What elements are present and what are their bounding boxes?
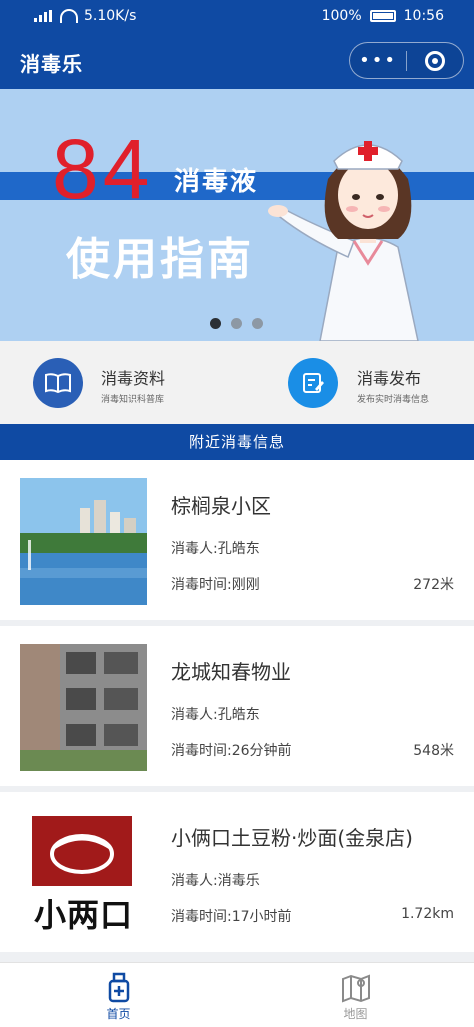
- list-item[interactable]: 龙城知春物业 消毒人:孔皓东 消毒时间:26分钟前 548米: [0, 626, 474, 786]
- carousel-indicator: [210, 318, 263, 329]
- list-item-time: 消毒时间:26分钟前: [171, 743, 292, 759]
- section-title: 附近消毒信息: [0, 424, 474, 460]
- carousel-dot[interactable]: [210, 318, 221, 329]
- ellipsis-icon: •••: [359, 50, 397, 71]
- list-item-time: 消毒时间:17小时前: [171, 909, 292, 925]
- book-icon: [33, 358, 83, 408]
- map-icon: [341, 974, 370, 1003]
- tab-bar: 首页 地图: [0, 962, 474, 1027]
- nurse-illustration: [268, 141, 419, 341]
- wifi-icon: [60, 9, 78, 23]
- list-item-distance: 1.72km: [401, 906, 454, 922]
- battery-percent: 100%: [321, 8, 362, 24]
- signal-icon: [34, 10, 54, 22]
- quick-actions: 消毒资料 消毒知识科普库 消毒发布 发布实时消毒信息: [0, 341, 474, 424]
- list-item-time: 消毒时间:刚刚: [171, 577, 260, 593]
- banner-headline: 使用指南: [66, 234, 254, 285]
- close-button[interactable]: [407, 50, 463, 71]
- page-title: 消毒乐: [20, 52, 83, 76]
- home-bottle-icon: [108, 972, 129, 1003]
- mini-program-capsule: •••: [349, 42, 464, 79]
- list-item-person: 消毒人:消毒乐: [171, 873, 260, 889]
- list-item-person: 消毒人:孔皓东: [171, 541, 260, 557]
- banner-carousel[interactable]: 84 消毒液 使用指南: [0, 89, 474, 341]
- list-item-name: 龙城知春物业: [171, 660, 291, 684]
- disinfection-info-button[interactable]: 消毒资料 消毒知识科普库: [0, 341, 237, 424]
- edit-icon: [288, 358, 338, 408]
- tab-home[interactable]: 首页: [0, 963, 237, 1027]
- tab-label: 地图: [343, 1007, 368, 1021]
- list-item-distance: 272米: [413, 577, 454, 593]
- banner-subtitle: 消毒液: [174, 167, 259, 197]
- top-bar: 5.10K/s 100% 10:56 消毒乐 •••: [0, 0, 474, 89]
- more-button[interactable]: •••: [350, 42, 406, 79]
- list-item-thumbnail: 小两口: [20, 810, 147, 937]
- list-item-distance: 548米: [413, 743, 454, 759]
- action-title: 消毒发布: [357, 369, 422, 388]
- list-item[interactable]: 棕榈泉小区 消毒人:孔皓东 消毒时间:刚刚 272米: [0, 460, 474, 620]
- carousel-dot[interactable]: [231, 318, 242, 329]
- status-bar: 5.10K/s 100% 10:56: [0, 0, 474, 32]
- list-item-thumbnail: [20, 644, 147, 771]
- disinfection-publish-button[interactable]: 消毒发布 发布实时消毒信息: [237, 341, 474, 424]
- list-item-thumbnail: [20, 478, 147, 605]
- clock: 10:56: [403, 8, 444, 24]
- list-item-person: 消毒人:孔皓东: [171, 707, 260, 723]
- battery-icon: [369, 10, 396, 22]
- action-title: 消毒资料: [101, 369, 166, 388]
- tab-map[interactable]: 地图: [237, 963, 474, 1027]
- carousel-dot[interactable]: [252, 318, 263, 329]
- network-speed: 5.10K/s: [84, 8, 137, 24]
- shop-logo-text: 小两口: [33, 896, 133, 934]
- list-item-name: 小俩口土豆粉·炒面(金泉店): [171, 826, 413, 850]
- list-item[interactable]: 小两口 小俩口土豆粉·炒面(金泉店) 消毒人:消毒乐 消毒时间:17小时前 1.…: [0, 792, 474, 952]
- tab-label: 首页: [106, 1007, 131, 1021]
- banner-number: 84: [52, 122, 154, 216]
- action-desc: 发布实时消毒信息: [357, 395, 430, 405]
- target-icon: [425, 50, 445, 71]
- list-item-name: 棕榈泉小区: [171, 494, 271, 518]
- nearby-list: 棕榈泉小区 消毒人:孔皓东 消毒时间:刚刚 272米 龙城知春物业 消毒人:孔皓…: [0, 460, 474, 958]
- action-desc: 消毒知识科普库: [101, 395, 165, 405]
